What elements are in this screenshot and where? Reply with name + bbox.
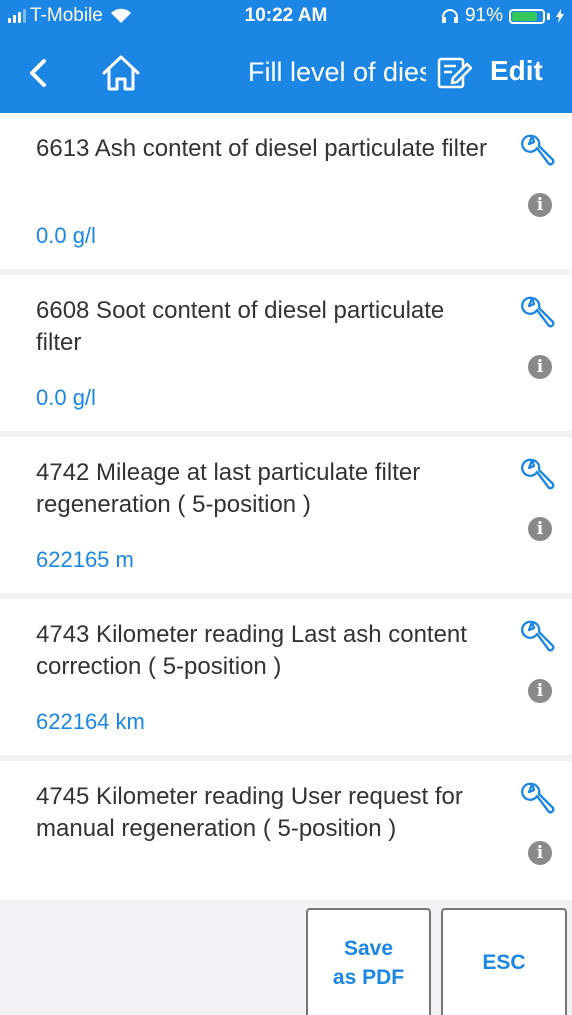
charging-icon — [556, 9, 564, 23]
wrench-icon[interactable] — [520, 457, 556, 493]
wrench-icon[interactable] — [520, 295, 556, 331]
parameter-list: 6613 Ash content of diesel particulate f… — [0, 113, 572, 900]
battery-fill — [512, 11, 537, 21]
home-icon[interactable] — [100, 53, 142, 93]
item-title: 6613 Ash content of diesel particulate f… — [36, 135, 487, 162]
info-icon[interactable]: i — [528, 355, 552, 379]
wrench-icon[interactable] — [520, 619, 556, 655]
item-title: 4745 Kilometer reading User request for … — [36, 783, 463, 842]
back-chevron-icon[interactable] — [20, 55, 56, 91]
list-item[interactable]: 4743 Kilometer reading Last ash content … — [0, 599, 572, 755]
list-item[interactable]: 6613 Ash content of diesel particulate f… — [0, 113, 572, 269]
info-icon[interactable]: i — [528, 841, 552, 865]
item-value: 622164 km — [36, 709, 145, 734]
bottom-toolbar: Save as PDF ESC — [0, 900, 572, 1015]
item-title: 4742 Mileage at last particulate filter … — [36, 459, 421, 518]
list-item[interactable]: 4742 Mileage at last particulate filter … — [0, 437, 572, 593]
list-item[interactable]: 4745 Kilometer reading User request for … — [0, 761, 572, 900]
nav-bar: Fill level of diesel particulate filter … — [0, 33, 572, 113]
save-as-pdf-button[interactable]: Save as PDF — [306, 908, 431, 1015]
page-title: Fill level of diesel particulate filter — [248, 57, 426, 87]
item-value: 0.0 g/l — [36, 223, 96, 248]
edit-note-icon[interactable] — [436, 56, 472, 90]
esc-button[interactable]: ESC — [441, 908, 567, 1015]
item-title: 6608 Soot content of diesel particulate … — [36, 297, 445, 356]
info-icon[interactable]: i — [528, 679, 552, 703]
battery-percent: 91% — [464, 5, 503, 26]
status-bar: T-Mobile 10:22 AM 91% — [0, 0, 572, 33]
info-icon[interactable]: i — [528, 517, 552, 541]
battery-icon — [509, 8, 545, 24]
item-value: 622165 m — [36, 547, 134, 572]
save-pdf-label-line2: as PDF — [332, 965, 405, 989]
battery-tip — [547, 12, 550, 20]
wrench-icon[interactable] — [520, 781, 556, 817]
item-value: 0.0 g/l — [36, 385, 96, 410]
wrench-icon[interactable] — [520, 133, 556, 169]
edit-button[interactable]: Edit — [490, 55, 543, 87]
info-icon[interactable]: i — [528, 193, 552, 217]
list-item[interactable]: 6608 Soot content of diesel particulate … — [0, 275, 572, 431]
headphones-icon — [441, 9, 458, 23]
status-right: 91% — [441, 5, 564, 27]
save-pdf-label-line1: Save — [343, 936, 394, 960]
item-title: 4743 Kilometer reading Last ash content … — [36, 621, 467, 680]
